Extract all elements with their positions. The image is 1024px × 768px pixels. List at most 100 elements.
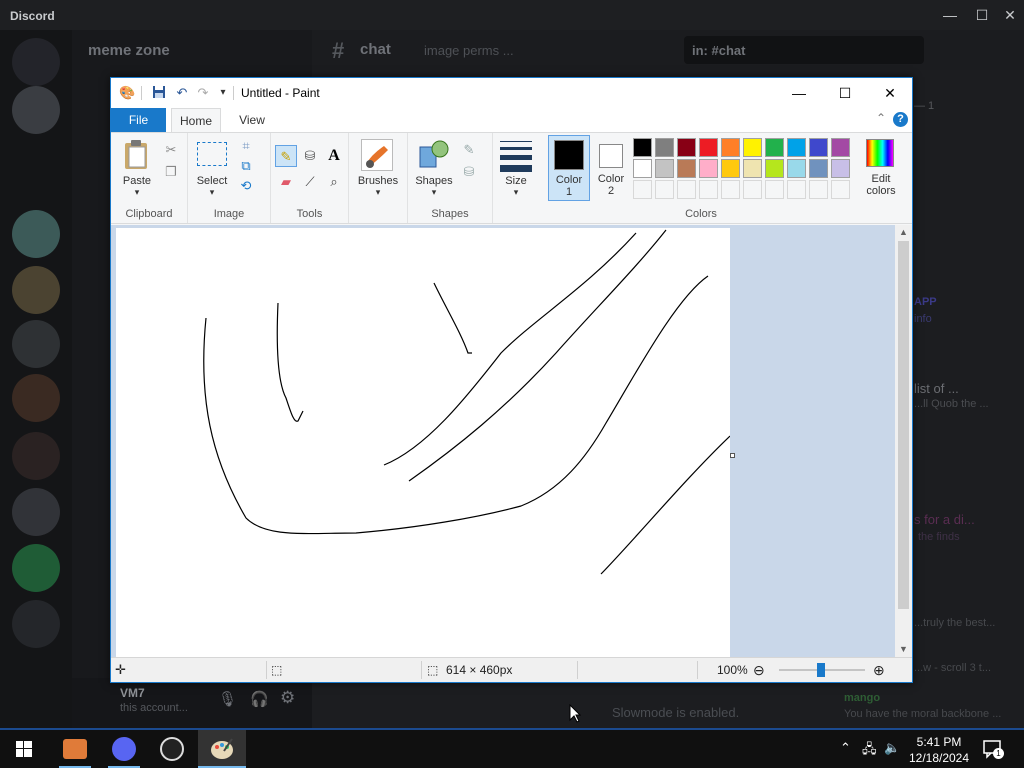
custom-color-slot[interactable] — [677, 180, 696, 199]
color-swatch[interactable] — [809, 159, 828, 178]
select-button[interactable]: Select — [190, 175, 234, 187]
custom-color-slot[interactable] — [633, 180, 652, 199]
color-swatch[interactable] — [809, 138, 828, 157]
redo-icon[interactable]: ↷ — [195, 85, 211, 101]
server-icon[interactable] — [12, 374, 60, 422]
custom-color-slot[interactable] — [655, 180, 674, 199]
color-swatch[interactable] — [655, 138, 674, 157]
taskbar-obs-icon[interactable] — [148, 730, 196, 768]
resize-icon[interactable]: ⧉ — [235, 155, 257, 177]
color-swatch[interactable] — [743, 138, 762, 157]
taskbar-paint-icon[interactable] — [198, 730, 246, 768]
select-icon[interactable] — [197, 142, 227, 166]
brushes-dropdown-icon[interactable]: ▾ — [351, 187, 405, 198]
color-swatch[interactable] — [677, 159, 696, 178]
color2-button[interactable]: Color 2 — [591, 135, 631, 201]
paste-button[interactable]: Paste — [115, 175, 159, 187]
zoom-in-icon[interactable]: ⊕ — [873, 658, 885, 682]
help-icon[interactable]: ? — [893, 112, 908, 127]
paint-app-icon[interactable]: 🎨 — [119, 85, 135, 101]
color-swatch[interactable] — [677, 138, 696, 157]
server-name[interactable]: meme zone — [88, 42, 170, 59]
color-swatch[interactable] — [787, 159, 806, 178]
customize-qat-icon[interactable]: ▾ — [215, 85, 231, 101]
scrollbar-thumb[interactable] — [898, 241, 909, 609]
taskbar-app-icon[interactable] — [51, 730, 99, 768]
network-icon[interactable]: 🖧 — [862, 740, 877, 762]
color-swatch[interactable] — [743, 159, 762, 178]
vertical-scrollbar[interactable]: ▲ ▼ — [895, 225, 912, 657]
color-swatch[interactable] — [633, 159, 652, 178]
volume-icon[interactable]: 🔈 — [884, 740, 900, 756]
color-swatch[interactable] — [633, 138, 652, 157]
undo-icon[interactable]: ↶ — [174, 85, 190, 101]
fill-shape-icon[interactable]: ⛁ — [458, 161, 480, 183]
color-swatch[interactable] — [765, 138, 784, 157]
color-swatch[interactable] — [831, 138, 850, 157]
discord-close-icon[interactable]: ✕ — [996, 4, 1024, 26]
color1-button[interactable]: Color 1 — [548, 135, 590, 201]
color-swatch[interactable] — [721, 159, 740, 178]
microphone-icon[interactable]: 🎙 — [218, 690, 237, 708]
server-icon[interactable] — [12, 86, 60, 134]
minimize-button[interactable]: — — [776, 78, 822, 108]
search-input[interactable]: in: #chat — [684, 36, 924, 64]
paste-icon[interactable] — [123, 139, 151, 171]
shapes-button[interactable]: Shapes — [410, 175, 458, 187]
size-dropdown-icon[interactable]: ▾ — [493, 187, 539, 198]
select-dropdown-icon[interactable]: ▾ — [190, 187, 234, 198]
custom-color-slot[interactable] — [743, 180, 762, 199]
canvas-resize-handle[interactable] — [730, 453, 735, 458]
discord-maximize-icon[interactable]: ☐ — [968, 4, 996, 26]
size-button[interactable]: Size — [493, 175, 539, 187]
server-icon[interactable] — [12, 266, 60, 314]
color-swatch[interactable] — [765, 159, 784, 178]
scroll-down-icon[interactable]: ▼ — [895, 642, 912, 657]
custom-color-slot[interactable] — [787, 180, 806, 199]
custom-color-slot[interactable] — [765, 180, 784, 199]
close-button[interactable]: ✕ — [867, 78, 913, 108]
color-swatch[interactable] — [721, 138, 740, 157]
custom-color-slot[interactable] — [809, 180, 828, 199]
save-icon[interactable] — [151, 85, 167, 101]
tab-home[interactable]: Home — [171, 108, 221, 132]
custom-color-slot[interactable] — [831, 180, 850, 199]
tab-view[interactable]: View — [227, 108, 277, 132]
brushes-icon[interactable] — [361, 139, 393, 171]
discord-home-icon[interactable] — [12, 38, 60, 86]
outline-icon[interactable]: ✎ — [458, 139, 480, 161]
show-hidden-icons-icon[interactable]: ⌃ — [840, 740, 851, 756]
color-swatch[interactable] — [699, 138, 718, 157]
pencil-icon[interactable]: ✎ — [275, 145, 297, 167]
fill-icon[interactable]: ⛁ — [299, 145, 321, 167]
size-icon[interactable] — [500, 141, 532, 172]
copy-icon[interactable]: ❐ — [160, 161, 182, 183]
notification-center-icon[interactable]: 1 — [982, 738, 1004, 760]
brushes-button[interactable]: Brushes — [351, 175, 405, 187]
magnifier-icon[interactable]: ⌕ — [323, 171, 345, 193]
server-icon[interactable] — [12, 210, 60, 258]
paste-dropdown-icon[interactable]: ▾ — [115, 187, 159, 198]
text-icon[interactable]: A — [323, 145, 345, 167]
start-button[interactable] — [0, 730, 48, 768]
rotate-icon[interactable]: ⟲ — [235, 175, 257, 197]
color-swatch[interactable] — [787, 138, 806, 157]
zoom-slider-thumb[interactable] — [817, 663, 825, 677]
shapes-icon[interactable] — [418, 139, 450, 171]
channel-topic[interactable]: image perms ... — [424, 43, 514, 58]
color-swatch[interactable] — [699, 159, 718, 178]
collapse-ribbon-icon[interactable]: ⌃ — [876, 111, 886, 125]
server-icon[interactable] — [12, 432, 60, 480]
server-icon[interactable] — [12, 488, 60, 536]
add-server-icon[interactable] — [12, 544, 60, 592]
server-icon[interactable] — [12, 320, 60, 368]
maximize-button[interactable]: ☐ — [822, 78, 868, 108]
taskbar-discord-icon[interactable] — [100, 730, 148, 768]
discord-minimize-icon[interactable]: — — [936, 4, 964, 26]
drawing-canvas[interactable] — [116, 228, 731, 657]
cut-icon[interactable]: ✂ — [160, 139, 182, 161]
eraser-icon[interactable]: ▰ — [275, 171, 297, 193]
color-swatch[interactable] — [831, 159, 850, 178]
color-swatch[interactable] — [655, 159, 674, 178]
zoom-out-icon[interactable]: ⊖ — [753, 658, 765, 682]
